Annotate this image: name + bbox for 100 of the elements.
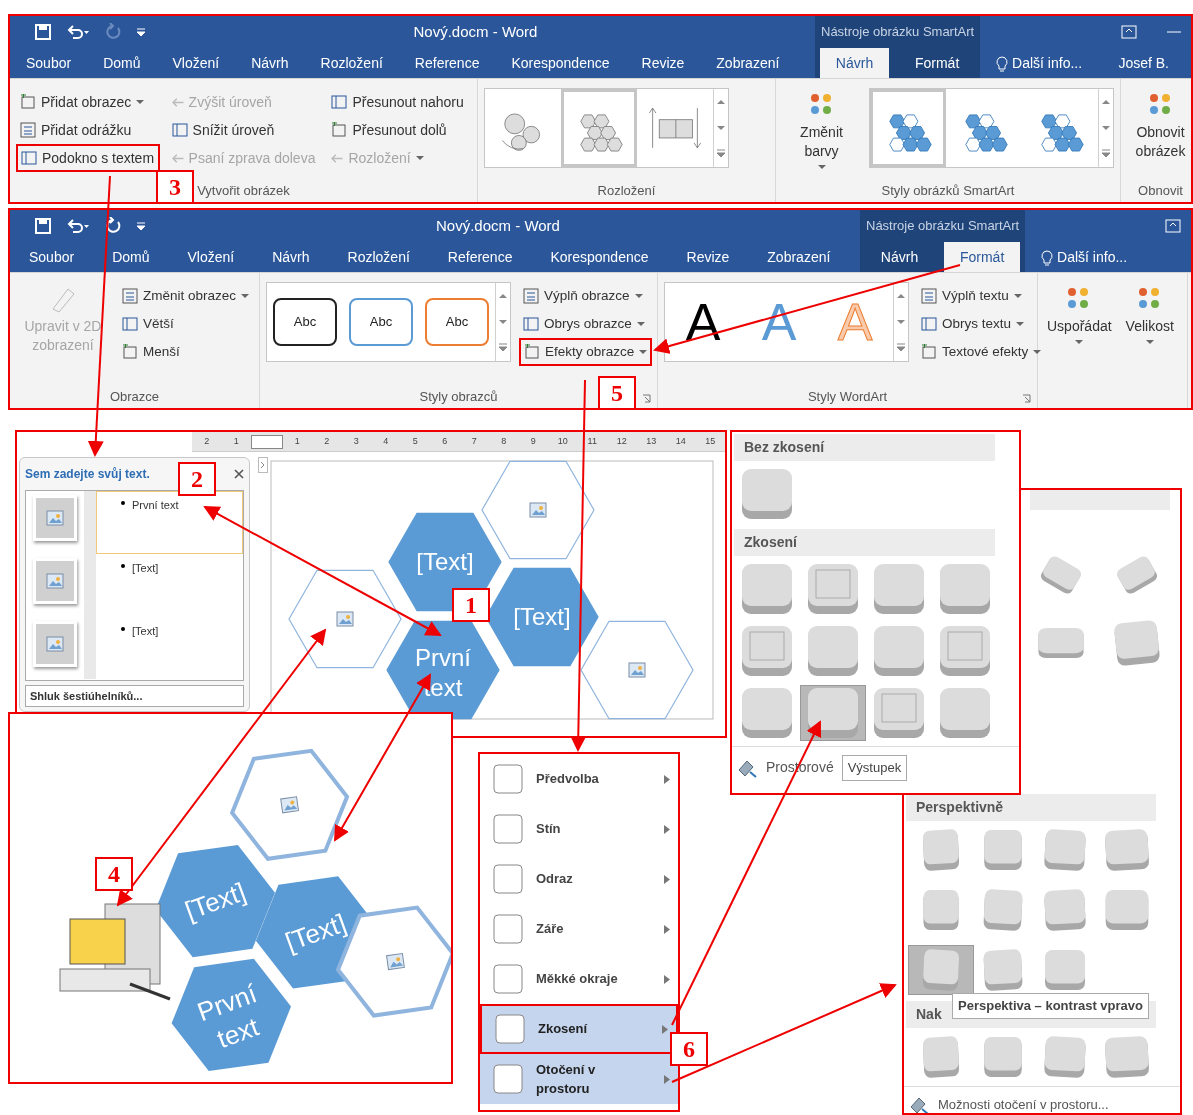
command-button[interactable]: Obrys textu [917, 310, 1046, 338]
undo-icon[interactable] [66, 23, 90, 41]
ribbon-tab[interactable]: Revize [667, 242, 749, 272]
minimize-icon[interactable] [1167, 30, 1181, 34]
menu-item[interactable]: Otočení v prostoru [480, 1054, 678, 1104]
rotation-option[interactable] [908, 945, 974, 995]
dialog-launcher-icon[interactable] [642, 394, 651, 403]
shape-style-option[interactable]: Abc [425, 298, 489, 346]
submenu-arrow-icon [664, 874, 670, 884]
command-button[interactable]: Efekty obrazce [519, 338, 653, 366]
tell-me-field[interactable]: Další info... [1025, 242, 1144, 272]
indent-marker[interactable] [251, 434, 283, 449]
command-button[interactable]: Snížit úroveň [167, 116, 320, 144]
command-button[interactable]: Změnit obrazec [117, 282, 253, 310]
ribbon-tab[interactable]: Zobrazení [748, 242, 850, 272]
ribbon-tab[interactable]: Reference [428, 242, 532, 272]
ribbon-tab[interactable]: Formát [943, 242, 1021, 272]
ruler-number: 6 [441, 434, 449, 448]
undo-icon[interactable] [66, 217, 90, 235]
save-icon[interactable] [34, 217, 52, 235]
text-entry[interactable]: [Text] [96, 553, 243, 617]
command-icon [524, 344, 540, 360]
submenu-arrow-icon [664, 824, 670, 834]
ruler-number: 4 [382, 434, 390, 448]
menu-item[interactable]: Zkosení [480, 1004, 678, 1054]
customize-icon[interactable] [136, 221, 146, 231]
command-icon [171, 122, 188, 138]
ribbon-tab[interactable]: Zobrazení [700, 48, 796, 78]
command-button[interactable]: Textové efekty [917, 338, 1046, 366]
caret-icon [241, 293, 249, 299]
caret-icon [636, 321, 645, 327]
ribbon-tab[interactable]: Rozložení [304, 48, 399, 78]
command-button[interactable]: Výplň obrazce [519, 282, 653, 310]
ribbon-tab[interactable]: Návrh [819, 48, 890, 78]
shape-style-option[interactable]: Abc [349, 298, 413, 346]
text-entry[interactable]: [Text] [96, 616, 243, 680]
command-button[interactable]: Obrys obrazce [519, 310, 653, 338]
layout-thumbnail[interactable] [561, 89, 637, 167]
shape-text: [Text] [416, 548, 474, 576]
callout-number: 2 [178, 462, 216, 496]
text-entry[interactable]: První text [96, 491, 243, 554]
callout-number: 5 [598, 376, 636, 410]
large-button[interactable]: Uspořádat [1044, 282, 1115, 347]
ribbon-tab[interactable]: Vložení [156, 48, 236, 78]
expand-pane-icon[interactable] [258, 457, 268, 473]
save-icon[interactable] [34, 23, 52, 41]
ribbon-tab[interactable]: Formát [898, 48, 976, 78]
command-button[interactable]: Výplň textu [917, 282, 1046, 310]
command-button[interactable]: Menší [117, 338, 253, 366]
ribbon-tab[interactable]: Návrh [864, 242, 935, 272]
command-button[interactable]: Přidat obrazec [16, 88, 160, 116]
command-icon [121, 344, 138, 360]
ribbon-display-icon[interactable] [1121, 25, 1137, 39]
rounded-square-icon [1111, 617, 1163, 669]
bullet-text[interactable]: [Text] [132, 622, 159, 640]
picture-icon [46, 635, 64, 652]
large-button[interactable]: Velikost [1122, 282, 1177, 347]
command-button[interactable]: Přidat odrážku [16, 116, 160, 144]
image-placeholder[interactable] [33, 495, 77, 541]
customize-icon[interactable] [136, 27, 146, 37]
ribbon-tab[interactable]: Revize [625, 48, 701, 78]
layout-thumbnail[interactable] [870, 89, 946, 167]
command-icon [20, 94, 36, 110]
ribbon-tab[interactable]: Rozložení [328, 242, 429, 272]
large-button[interactable]: Obnovit obrázek [1127, 88, 1191, 163]
wordart-style-option[interactable]: A [679, 295, 727, 349]
submenu-arrow-icon [664, 1074, 670, 1084]
picture-icon [46, 572, 64, 589]
tell-me-field[interactable]: Další info... [980, 48, 1099, 78]
bullet-text[interactable]: První text [132, 497, 179, 514]
3d-options-icon[interactable] [908, 1095, 930, 1113]
ribbon-tab[interactable]: Domů [87, 48, 157, 78]
ribbon-tab[interactable]: Vložení [168, 242, 254, 272]
shape-style-option[interactable]: Abc [273, 298, 337, 346]
bullet-text[interactable]: [Text] [132, 559, 159, 577]
close-icon[interactable] [234, 469, 244, 479]
ribbon-tab[interactable]: Návrh [235, 48, 305, 78]
ribbon-display-icon[interactable] [1165, 219, 1181, 233]
picture-icon [529, 502, 547, 518]
ruler-number: 3 [352, 434, 360, 448]
ribbon-tab[interactable]: Soubor [10, 48, 88, 78]
dialog-launcher-icon[interactable] [1022, 394, 1031, 403]
caret-icon [1145, 338, 1154, 345]
ribbon-tab[interactable]: Korespondence [495, 48, 626, 78]
caret-icon [415, 155, 424, 161]
menu-option[interactable]: Možnosti otočení v prostoru... [938, 1095, 1109, 1113]
ribbon-tab[interactable]: Domů [93, 242, 169, 272]
user-name[interactable]: Josef B. [1102, 48, 1185, 78]
command-button[interactable]: Podokno s textem [16, 144, 160, 172]
ruler-number: 15 [704, 434, 717, 448]
large-button[interactable]: Změnit barvy [782, 88, 861, 172]
command-button[interactable]: Přesunout nahoru [327, 88, 471, 116]
command-button[interactable]: Větší [117, 310, 253, 338]
ribbon-tab[interactable]: Korespondence [531, 242, 668, 272]
ribbon-tab[interactable]: Reference [398, 48, 496, 78]
command-button[interactable]: Přesunout dolů [327, 116, 471, 144]
bevel-option[interactable] [800, 685, 866, 741]
ribbon-tab[interactable]: Soubor [10, 242, 94, 272]
ribbon-tab[interactable]: Návrh [253, 242, 329, 272]
ruler-number: 2 [203, 434, 211, 448]
